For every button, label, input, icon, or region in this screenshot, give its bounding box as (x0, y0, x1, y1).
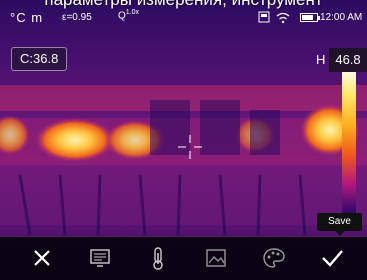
battery-level-fill (302, 15, 313, 20)
zoom-value: 1.0x (125, 9, 140, 16)
status-bar: °C m ε=0.95 Q1.0x 12:00 AM (0, 9, 367, 29)
zoom-icon: Q (118, 10, 126, 22)
high-temperature-marker: H (316, 52, 326, 67)
center-temperature-readout: C:36.8 (11, 47, 68, 71)
display-mode-button[interactable] (86, 244, 114, 272)
emissivity-indicator: ε=0.95 (62, 12, 92, 23)
temperature-color-scale (342, 72, 356, 222)
palette-icon (263, 248, 285, 268)
caption-text: параметры измерения, инструмент (0, 0, 367, 10)
close-icon (34, 250, 50, 266)
high-temperature-value: 46.8 (329, 48, 367, 72)
palette-button[interactable] (260, 244, 288, 272)
storage-icon (258, 11, 270, 23)
image-icon (206, 249, 226, 267)
clock-time: 12:00 AM (320, 12, 363, 23)
wifi-icon (276, 12, 290, 24)
thermal-camera-screen: параметры измерения, инструмент °C m ε=0… (0, 0, 367, 280)
cancel-button[interactable] (28, 244, 56, 272)
checkmark-icon (322, 250, 343, 267)
save-button[interactable] (318, 244, 346, 272)
battery-icon (300, 13, 320, 22)
image-button[interactable] (202, 244, 230, 272)
measurement-tool-button[interactable] (144, 244, 172, 272)
monitor-icon (90, 249, 110, 267)
units-indicator: °C m (10, 10, 44, 25)
thermometer-icon (153, 247, 163, 270)
save-tooltip: Save (317, 213, 362, 236)
bottom-toolbar (0, 237, 367, 280)
zoom-indicator: Q1.0x (118, 9, 139, 21)
